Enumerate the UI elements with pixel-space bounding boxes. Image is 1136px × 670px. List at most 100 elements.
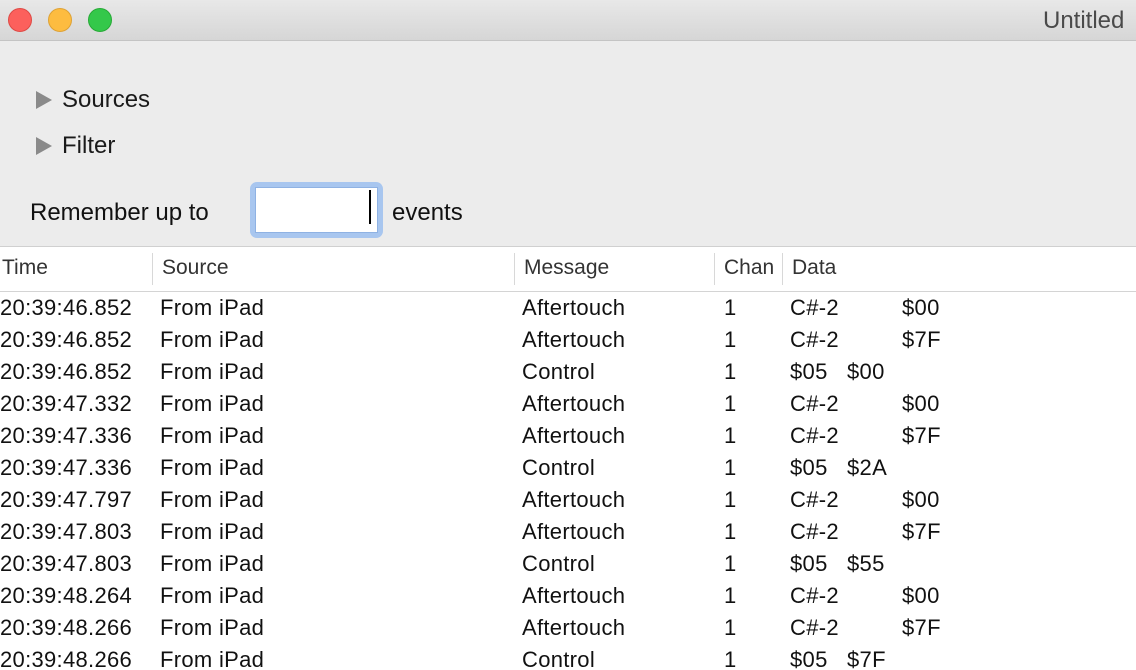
cell-message: Control bbox=[522, 455, 596, 480]
cell-chan: 1 bbox=[724, 487, 737, 512]
cell-source: From iPad bbox=[160, 295, 265, 320]
cell-data-second: $2A bbox=[847, 455, 888, 480]
remember-suffix-label: events bbox=[392, 199, 463, 226]
cell-time: 20:39:48.266 bbox=[0, 647, 133, 670]
cell-data-first: C#-2 bbox=[790, 615, 839, 640]
table-row[interactable]: 20:39:46.852 From iPad Control 1 $05 $00 bbox=[0, 356, 1136, 388]
cell-time: 20:39:47.803 bbox=[0, 551, 133, 576]
cell-message: Aftertouch bbox=[522, 615, 626, 640]
column-header-time[interactable]: Time bbox=[2, 256, 48, 280]
events-table[interactable]: Time Source Message Chan Data 20:39:46.8… bbox=[0, 246, 1136, 670]
remember-prefix-label: Remember up to bbox=[30, 199, 209, 226]
cell-source: From iPad bbox=[160, 551, 265, 576]
table-row[interactable]: 20:39:47.803 From iPad Aftertouch 1 C#-2 $7F bbox=[0, 516, 1136, 548]
table-body: 20:39:46.852 From iPad Aftertouch 1 C#-2 $00 2… bbox=[0, 292, 1136, 670]
cell-chan: 1 bbox=[724, 359, 737, 384]
cell-data-second: $7F bbox=[902, 615, 941, 640]
cell-source: From iPad bbox=[160, 615, 265, 640]
cell-chan: 1 bbox=[724, 391, 737, 416]
cell-source: From iPad bbox=[160, 327, 265, 352]
table-row[interactable]: 20:39:47.797 From iPad Aftertouch 1 C#-2 $00 bbox=[0, 484, 1136, 516]
cell-source: From iPad bbox=[160, 359, 265, 384]
cell-source: From iPad bbox=[160, 519, 265, 544]
column-divider[interactable] bbox=[714, 253, 715, 285]
disclosure-triangle-icon[interactable] bbox=[36, 91, 52, 109]
window-title: Untitled bbox=[1043, 7, 1125, 34]
table-row[interactable]: 20:39:46.852 From iPad Aftertouch 1 C#-2 $00 bbox=[0, 292, 1136, 324]
cell-message: Aftertouch bbox=[522, 519, 626, 544]
sources-disclosure[interactable]: Sources bbox=[36, 86, 150, 114]
column-divider[interactable] bbox=[782, 253, 783, 285]
cell-source: From iPad bbox=[160, 455, 265, 480]
cell-time: 20:39:47.336 bbox=[0, 423, 133, 448]
cell-source: From iPad bbox=[160, 423, 265, 448]
title-bar[interactable]: Untitled bbox=[0, 0, 1136, 41]
cell-time: 20:39:47.797 bbox=[0, 487, 133, 512]
close-window-button[interactable] bbox=[8, 8, 32, 32]
zoom-window-button[interactable] bbox=[88, 8, 112, 32]
table-row[interactable]: 20:39:48.266 From iPad Control 1 $05 $7F bbox=[0, 644, 1136, 670]
cell-data-second: $55 bbox=[847, 551, 885, 576]
cell-message: Aftertouch bbox=[522, 295, 626, 320]
cell-time: 20:39:48.266 bbox=[0, 615, 133, 640]
remember-count-focus-ring bbox=[250, 182, 383, 238]
cell-data-first: $05 bbox=[790, 359, 828, 384]
cell-data-first: $05 bbox=[790, 647, 828, 670]
cell-time: 20:39:47.332 bbox=[0, 391, 133, 416]
cell-data-second: $7F bbox=[902, 519, 941, 544]
table-header: Time Source Message Chan Data bbox=[0, 247, 1136, 292]
cell-data-first: C#-2 bbox=[790, 583, 839, 608]
table-row[interactable]: 20:39:48.264 From iPad Aftertouch 1 C#-2 $00 bbox=[0, 580, 1136, 612]
cell-data-first: C#-2 bbox=[790, 327, 839, 352]
cell-source: From iPad bbox=[160, 487, 265, 512]
cell-data-second: $00 bbox=[902, 391, 940, 416]
cell-data-first: C#-2 bbox=[790, 487, 839, 512]
cell-chan: 1 bbox=[724, 295, 737, 320]
cell-time: 20:39:47.803 bbox=[0, 519, 133, 544]
cell-chan: 1 bbox=[724, 615, 737, 640]
cell-data-first: $05 bbox=[790, 551, 828, 576]
column-header-chan[interactable]: Chan bbox=[724, 256, 774, 280]
table-row[interactable]: 20:39:47.332 From iPad Aftertouch 1 C#-2 $00 bbox=[0, 388, 1136, 420]
table-row[interactable]: 20:39:47.803 From iPad Control 1 $05 $55 bbox=[0, 548, 1136, 580]
cell-message: Control bbox=[522, 551, 596, 576]
cell-time: 20:39:46.852 bbox=[0, 327, 133, 352]
filter-disclosure[interactable]: Filter bbox=[36, 132, 115, 160]
cell-data-first: C#-2 bbox=[790, 295, 839, 320]
cell-source: From iPad bbox=[160, 391, 265, 416]
midi-monitor-window: Untitled Sources Filter Remember up to e… bbox=[0, 0, 1136, 670]
text-caret bbox=[369, 190, 371, 224]
table-row[interactable]: 20:39:47.336 From iPad Aftertouch 1 C#-2 $7F bbox=[0, 420, 1136, 452]
cell-time: 20:39:48.264 bbox=[0, 583, 133, 608]
cell-chan: 1 bbox=[724, 423, 737, 448]
cell-data-second: $7F bbox=[902, 423, 941, 448]
column-divider[interactable] bbox=[152, 253, 153, 285]
cell-data-second: $00 bbox=[902, 583, 940, 608]
table-row[interactable]: 20:39:48.266 From iPad Aftertouch 1 C#-2 $7F bbox=[0, 612, 1136, 644]
cell-data-first: C#-2 bbox=[790, 391, 839, 416]
cell-data-second: $7F bbox=[847, 647, 886, 670]
cell-data-first: C#-2 bbox=[790, 519, 839, 544]
minimize-window-button[interactable] bbox=[48, 8, 72, 32]
cell-data-first: C#-2 bbox=[790, 423, 839, 448]
column-header-message[interactable]: Message bbox=[524, 256, 609, 280]
cell-message: Aftertouch bbox=[522, 327, 626, 352]
cell-chan: 1 bbox=[724, 455, 737, 480]
cell-message: Control bbox=[522, 359, 596, 384]
sources-label: Sources bbox=[62, 86, 151, 113]
cell-data-first: $05 bbox=[790, 455, 828, 480]
column-header-source[interactable]: Source bbox=[162, 256, 229, 280]
table-row[interactable]: 20:39:47.336 From iPad Control 1 $05 $2A bbox=[0, 452, 1136, 484]
remember-count-input[interactable] bbox=[255, 187, 378, 233]
column-header-data[interactable]: Data bbox=[792, 256, 836, 280]
cell-data-second: $00 bbox=[902, 487, 940, 512]
cell-source: From iPad bbox=[160, 647, 265, 670]
filter-label: Filter bbox=[62, 132, 116, 159]
disclosure-triangle-icon[interactable] bbox=[36, 137, 52, 155]
cell-chan: 1 bbox=[724, 583, 737, 608]
column-divider[interactable] bbox=[514, 253, 515, 285]
table-row[interactable]: 20:39:46.852 From iPad Aftertouch 1 C#-2 $7F bbox=[0, 324, 1136, 356]
cell-chan: 1 bbox=[724, 519, 737, 544]
cell-time: 20:39:46.852 bbox=[0, 359, 133, 384]
cell-data-second: $00 bbox=[902, 295, 940, 320]
